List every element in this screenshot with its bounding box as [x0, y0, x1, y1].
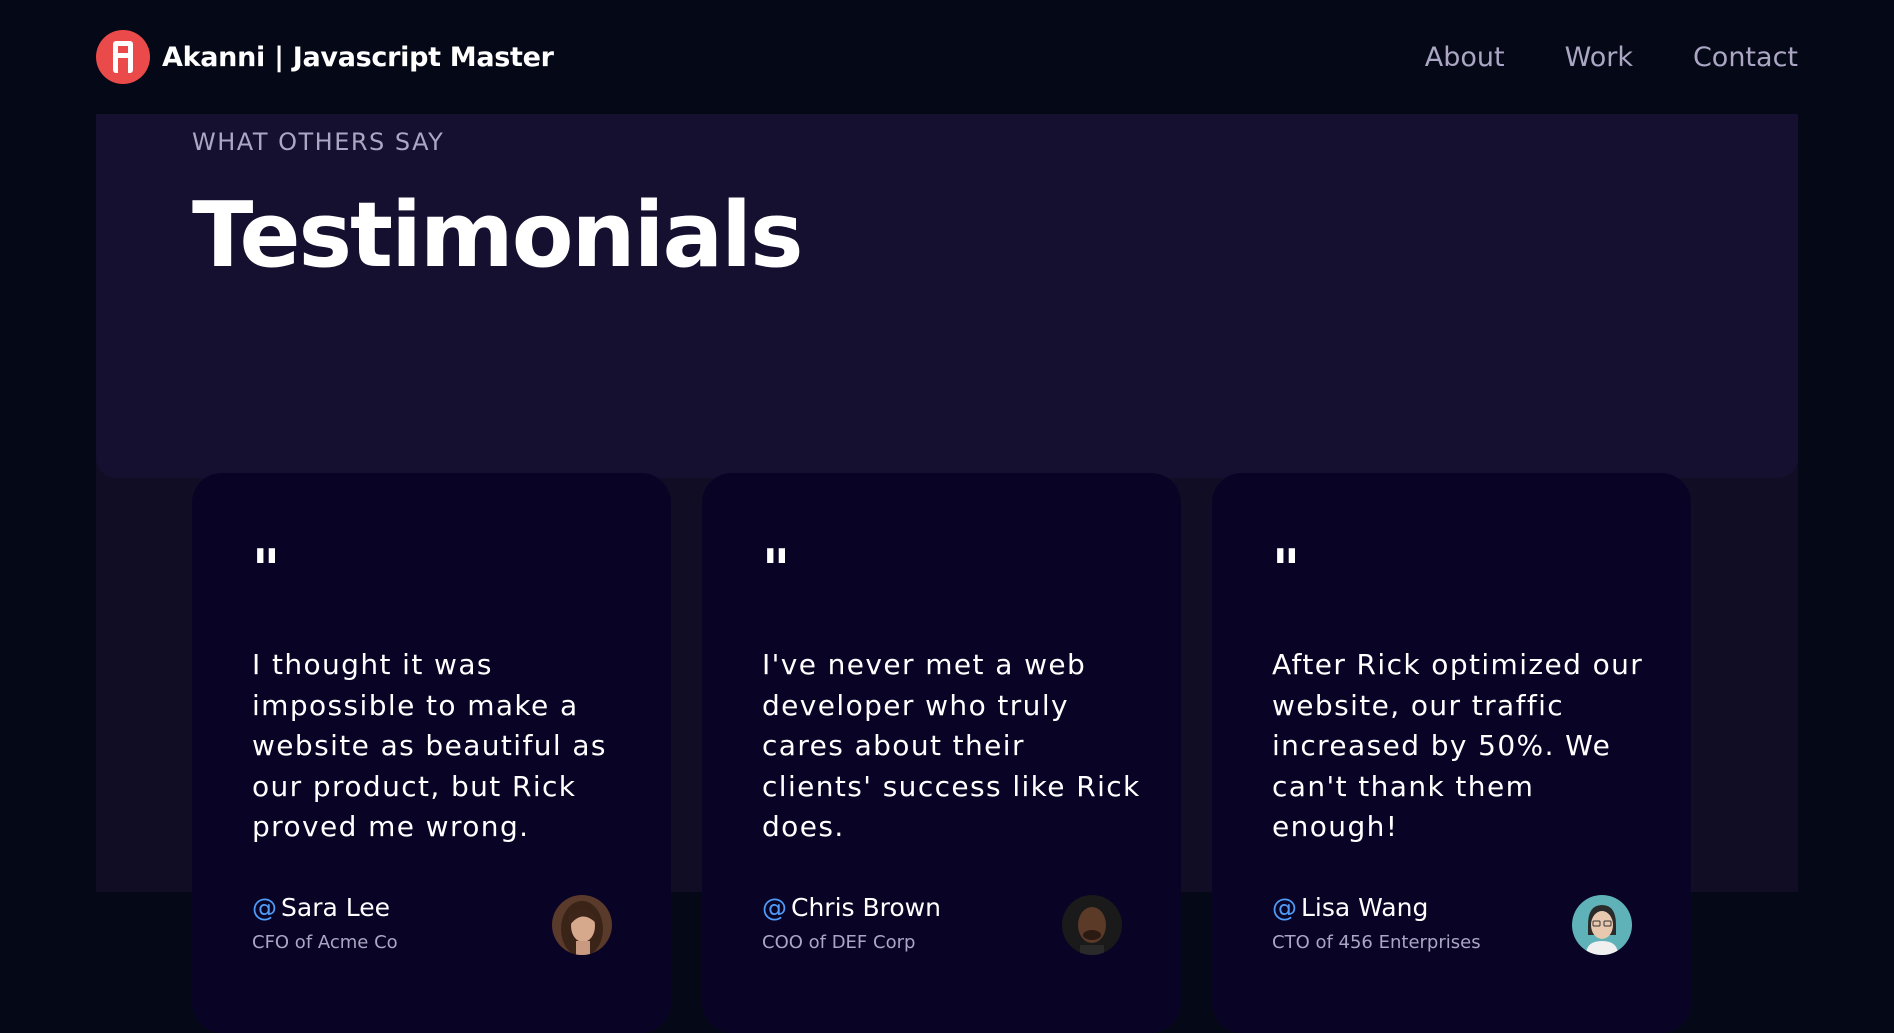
author-name-text: Chris Brown: [791, 893, 941, 922]
author-role: COO of DEF Corp: [762, 932, 916, 953]
testimonial-card: " After Rick optimized our website, our …: [1212, 473, 1691, 1033]
author-role: CTO of 456 Enterprises: [1272, 932, 1481, 953]
quote-mark-icon: ": [252, 538, 281, 601]
author-role: CFO of Acme Co: [252, 932, 398, 953]
quote-mark-icon: ": [1272, 538, 1301, 601]
avatar-sara-lee: [552, 895, 612, 955]
nav-contact[interactable]: Contact: [1693, 42, 1798, 73]
navbar: Akanni | Javascript Master About Work Co…: [0, 0, 1894, 114]
logo-icon: [96, 30, 150, 84]
testimonial-quote: I thought it was impossible to make a we…: [252, 648, 607, 843]
brand-link[interactable]: Akanni | Javascript Master: [96, 30, 554, 84]
testimonial-author: @ Sara Lee CFO of Acme Co: [252, 893, 398, 953]
at-symbol: @: [1272, 893, 1297, 922]
section-title: Testimonials: [192, 183, 804, 288]
testimonials-section: WHAT OTHERS SAY Testimonials " I thought…: [96, 114, 1798, 1033]
author-name: @ Sara Lee: [252, 893, 398, 922]
testimonial-card: " I thought it was impossible to make a …: [192, 473, 671, 1033]
section-header: WHAT OTHERS SAY Testimonials: [96, 114, 1798, 478]
at-symbol: @: [762, 893, 787, 922]
testimonial-author: @ Chris Brown COO of DEF Corp: [762, 893, 941, 953]
nav-links: About Work Contact: [1425, 42, 1798, 73]
avatar-lisa-wang: [1572, 895, 1632, 955]
section-subtitle: WHAT OTHERS SAY: [192, 128, 445, 156]
testimonial-quote: After Rick optimized our website, our tr…: [1272, 648, 1644, 843]
author-name-text: Lisa Wang: [1301, 893, 1429, 922]
author-name: @ Chris Brown: [762, 893, 941, 922]
author-name-text: Sara Lee: [281, 893, 390, 922]
author-name: @ Lisa Wang: [1272, 893, 1481, 922]
brand-name: Akanni | Javascript Master: [162, 41, 554, 73]
testimonial-card: " I've never met a web developer who tru…: [702, 473, 1181, 1033]
avatar-chris-brown: [1062, 895, 1122, 955]
at-symbol: @: [252, 893, 277, 922]
nav-work[interactable]: Work: [1565, 42, 1633, 73]
testimonial-author: @ Lisa Wang CTO of 456 Enterprises: [1272, 893, 1481, 953]
nav-about[interactable]: About: [1425, 42, 1505, 73]
testimonial-quote: I've never met a web developer who truly…: [762, 648, 1141, 843]
quote-mark-icon: ": [762, 538, 791, 601]
